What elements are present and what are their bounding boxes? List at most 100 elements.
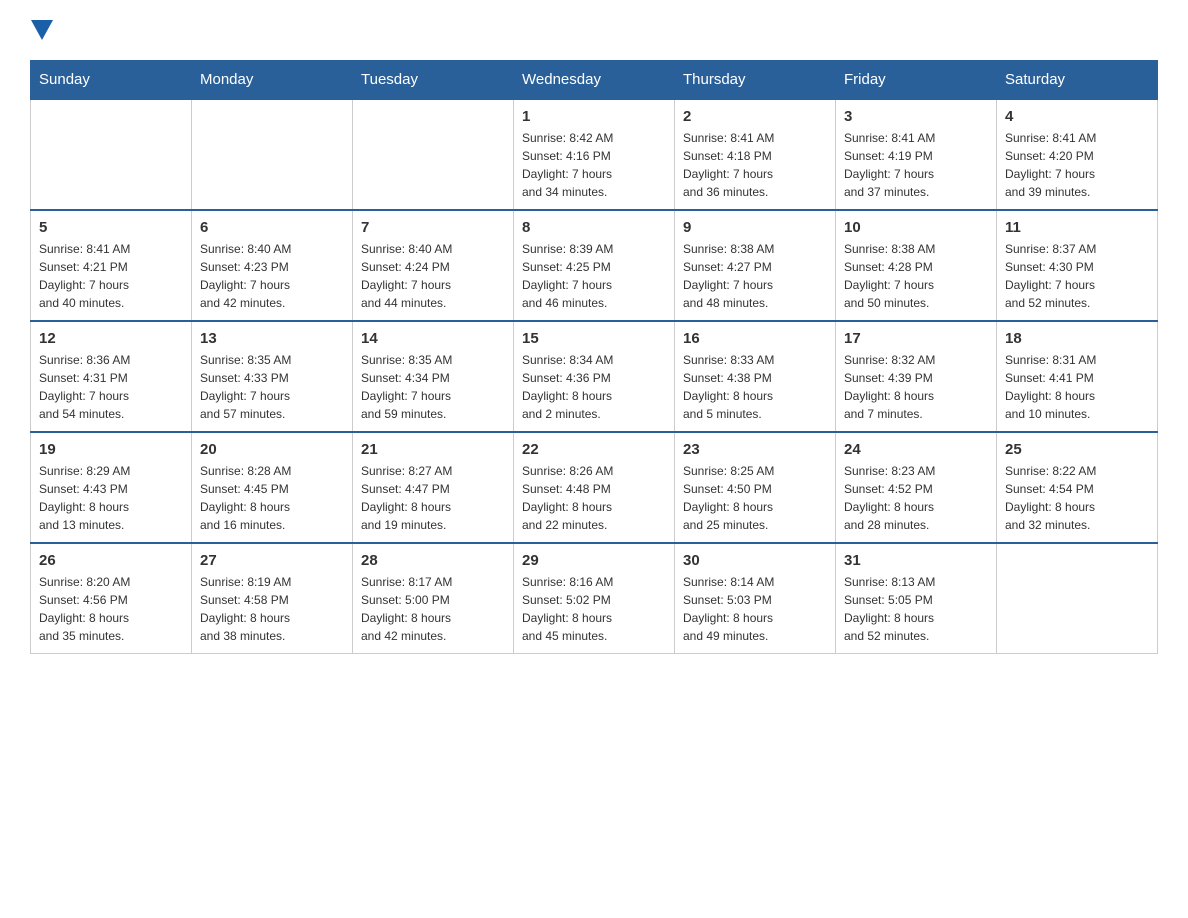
- calendar-cell: 17Sunrise: 8:32 AMSunset: 4:39 PMDayligh…: [836, 321, 997, 432]
- day-info: Sunrise: 8:40 AMSunset: 4:23 PMDaylight:…: [200, 240, 344, 312]
- calendar-cell: 3 Sunrise: 8:41 AMSunset: 4:19 PMDaylight…: [836, 99, 997, 210]
- day-number: 14: [361, 330, 505, 347]
- day-number: 24: [844, 441, 988, 458]
- day-number: 25: [1005, 441, 1149, 458]
- day-info: Sunrise: 8:16 AMSunset: 5:02 PMDaylight:…: [522, 573, 666, 645]
- day-info: Sunrise: 8:34 AMSunset: 4:36 PMDaylight:…: [522, 351, 666, 423]
- day-info: Sunrise: 8:40 AMSunset: 4:24 PMDaylight:…: [361, 240, 505, 312]
- calendar-cell: 12 Sunrise: 8:36 AMSunset: 4:31 PMDayligh…: [31, 321, 192, 432]
- day-info: Sunrise: 8:37 AMSunset: 4:30 PMDaylight:…: [1005, 240, 1149, 312]
- day-info: Sunrise: 8:20 AMSunset: 4:56 PMDaylight:…: [39, 573, 183, 645]
- calendar-cell: 2 Sunrise: 8:41 AMSunset: 4:18 PMDaylight…: [675, 99, 836, 210]
- day-number: 26: [39, 552, 183, 569]
- calendar-cell: 4 Sunrise: 8:41 AMSunset: 4:20 PMDaylight…: [997, 99, 1158, 210]
- day-number: 22: [522, 441, 666, 458]
- calendar-cell: 24 Sunrise: 8:23 AMSunset: 4:52 PMDayligh…: [836, 432, 997, 543]
- week-row-2: 5 Sunrise: 8:41 AMSunset: 4:21 PMDaylight…: [31, 210, 1158, 321]
- day-number: 13: [200, 330, 344, 347]
- calendar-cell: 7 Sunrise: 8:40 AMSunset: 4:24 PMDaylight…: [353, 210, 514, 321]
- day-info: Sunrise: 8:31 AMSunset: 4:41 PMDaylight:…: [1005, 351, 1149, 423]
- day-info: Sunrise: 8:41 AMSunset: 4:18 PMDaylight:…: [683, 129, 827, 201]
- calendar-cell: 15Sunrise: 8:34 AMSunset: 4:36 PMDayligh…: [514, 321, 675, 432]
- day-info: Sunrise: 8:19 AMSunset: 4:58 PMDaylight:…: [200, 573, 344, 645]
- day-number: 10: [844, 219, 988, 236]
- column-header-thursday: Thursday: [675, 61, 836, 100]
- week-row-5: 26 Sunrise: 8:20 AMSunset: 4:56 PMDayligh…: [31, 543, 1158, 654]
- day-info: Sunrise: 8:23 AMSunset: 4:52 PMDaylight:…: [844, 462, 988, 534]
- day-info: Sunrise: 8:41 AMSunset: 4:20 PMDaylight:…: [1005, 129, 1149, 201]
- day-info: Sunrise: 8:33 AMSunset: 4:38 PMDaylight:…: [683, 351, 827, 423]
- calendar-cell: 29 Sunrise: 8:16 AMSunset: 5:02 PMDayligh…: [514, 543, 675, 654]
- calendar-cell: 25 Sunrise: 8:22 AMSunset: 4:54 PMDayligh…: [997, 432, 1158, 543]
- day-info: Sunrise: 8:39 AMSunset: 4:25 PMDaylight:…: [522, 240, 666, 312]
- calendar-cell: 27 Sunrise: 8:19 AMSunset: 4:58 PMDayligh…: [192, 543, 353, 654]
- calendar-cell: 30 Sunrise: 8:14 AMSunset: 5:03 PMDayligh…: [675, 543, 836, 654]
- week-row-4: 19 Sunrise: 8:29 AMSunset: 4:43 PMDayligh…: [31, 432, 1158, 543]
- calendar-cell: [997, 543, 1158, 654]
- calendar-cell: 18 Sunrise: 8:31 AMSunset: 4:41 PMDayligh…: [997, 321, 1158, 432]
- day-number: 9: [683, 219, 827, 236]
- calendar-cell: 1 Sunrise: 8:42 AMSunset: 4:16 PMDaylight…: [514, 99, 675, 210]
- day-number: 12: [39, 330, 183, 347]
- day-info: Sunrise: 8:28 AMSunset: 4:45 PMDaylight:…: [200, 462, 344, 534]
- day-number: 7: [361, 219, 505, 236]
- logo: [30, 20, 53, 40]
- calendar-cell: 10 Sunrise: 8:38 AMSunset: 4:28 PMDayligh…: [836, 210, 997, 321]
- day-number: 5: [39, 219, 183, 236]
- day-number: 1: [522, 108, 666, 125]
- day-info: Sunrise: 8:27 AMSunset: 4:47 PMDaylight:…: [361, 462, 505, 534]
- day-number: 21: [361, 441, 505, 458]
- day-number: 4: [1005, 108, 1149, 125]
- day-info: Sunrise: 8:26 AMSunset: 4:48 PMDaylight:…: [522, 462, 666, 534]
- calendar-cell: 13 Sunrise: 8:35 AMSunset: 4:33 PMDayligh…: [192, 321, 353, 432]
- day-number: 23: [683, 441, 827, 458]
- day-number: 6: [200, 219, 344, 236]
- calendar-cell: 5 Sunrise: 8:41 AMSunset: 4:21 PMDaylight…: [31, 210, 192, 321]
- calendar-cell: 14 Sunrise: 8:35 AMSunset: 4:34 PMDayligh…: [353, 321, 514, 432]
- calendar-cell: 28 Sunrise: 8:17 AMSunset: 5:00 PMDayligh…: [353, 543, 514, 654]
- page-header: [30, 20, 1158, 40]
- day-info: Sunrise: 8:14 AMSunset: 5:03 PMDaylight:…: [683, 573, 827, 645]
- calendar-cell: 31Sunrise: 8:13 AMSunset: 5:05 PMDayligh…: [836, 543, 997, 654]
- day-number: 18: [1005, 330, 1149, 347]
- day-info: Sunrise: 8:41 AMSunset: 4:21 PMDaylight:…: [39, 240, 183, 312]
- day-number: 30: [683, 552, 827, 569]
- calendar-cell: 16Sunrise: 8:33 AMSunset: 4:38 PMDayligh…: [675, 321, 836, 432]
- day-info: Sunrise: 8:35 AMSunset: 4:33 PMDaylight:…: [200, 351, 344, 423]
- day-number: 19: [39, 441, 183, 458]
- day-info: Sunrise: 8:32 AMSunset: 4:39 PMDaylight:…: [844, 351, 988, 423]
- day-info: Sunrise: 8:25 AMSunset: 4:50 PMDaylight:…: [683, 462, 827, 534]
- day-info: Sunrise: 8:35 AMSunset: 4:34 PMDaylight:…: [361, 351, 505, 423]
- calendar-cell: 9 Sunrise: 8:38 AMSunset: 4:27 PMDaylight…: [675, 210, 836, 321]
- week-row-3: 12 Sunrise: 8:36 AMSunset: 4:31 PMDayligh…: [31, 321, 1158, 432]
- day-info: Sunrise: 8:41 AMSunset: 4:19 PMDaylight:…: [844, 129, 988, 201]
- calendar-cell: 11 Sunrise: 8:37 AMSunset: 4:30 PMDayligh…: [997, 210, 1158, 321]
- week-row-1: 1 Sunrise: 8:42 AMSunset: 4:16 PMDaylight…: [31, 99, 1158, 210]
- day-number: 27: [200, 552, 344, 569]
- day-info: Sunrise: 8:17 AMSunset: 5:00 PMDaylight:…: [361, 573, 505, 645]
- day-info: Sunrise: 8:38 AMSunset: 4:27 PMDaylight:…: [683, 240, 827, 312]
- calendar-cell: [31, 99, 192, 210]
- day-info: Sunrise: 8:22 AMSunset: 4:54 PMDaylight:…: [1005, 462, 1149, 534]
- calendar-cell: 19 Sunrise: 8:29 AMSunset: 4:43 PMDayligh…: [31, 432, 192, 543]
- column-header-tuesday: Tuesday: [353, 61, 514, 100]
- calendar-cell: 20 Sunrise: 8:28 AMSunset: 4:45 PMDayligh…: [192, 432, 353, 543]
- column-header-monday: Monday: [192, 61, 353, 100]
- day-info: Sunrise: 8:13 AMSunset: 5:05 PMDaylight:…: [844, 573, 988, 645]
- calendar-cell: 26 Sunrise: 8:20 AMSunset: 4:56 PMDayligh…: [31, 543, 192, 654]
- day-number: 2: [683, 108, 827, 125]
- day-number: 28: [361, 552, 505, 569]
- day-number: 29: [522, 552, 666, 569]
- column-header-wednesday: Wednesday: [514, 61, 675, 100]
- day-info: Sunrise: 8:38 AMSunset: 4:28 PMDaylight:…: [844, 240, 988, 312]
- day-number: 20: [200, 441, 344, 458]
- day-info: Sunrise: 8:42 AMSunset: 4:16 PMDaylight:…: [522, 129, 666, 201]
- day-info: Sunrise: 8:36 AMSunset: 4:31 PMDaylight:…: [39, 351, 183, 423]
- day-number: 11: [1005, 219, 1149, 236]
- day-info: Sunrise: 8:29 AMSunset: 4:43 PMDaylight:…: [39, 462, 183, 534]
- column-header-saturday: Saturday: [997, 61, 1158, 100]
- calendar-table: SundayMondayTuesdayWednesdayThursdayFrid…: [30, 60, 1158, 654]
- day-number: 8: [522, 219, 666, 236]
- calendar-cell: 23 Sunrise: 8:25 AMSunset: 4:50 PMDayligh…: [675, 432, 836, 543]
- day-number: 3: [844, 108, 988, 125]
